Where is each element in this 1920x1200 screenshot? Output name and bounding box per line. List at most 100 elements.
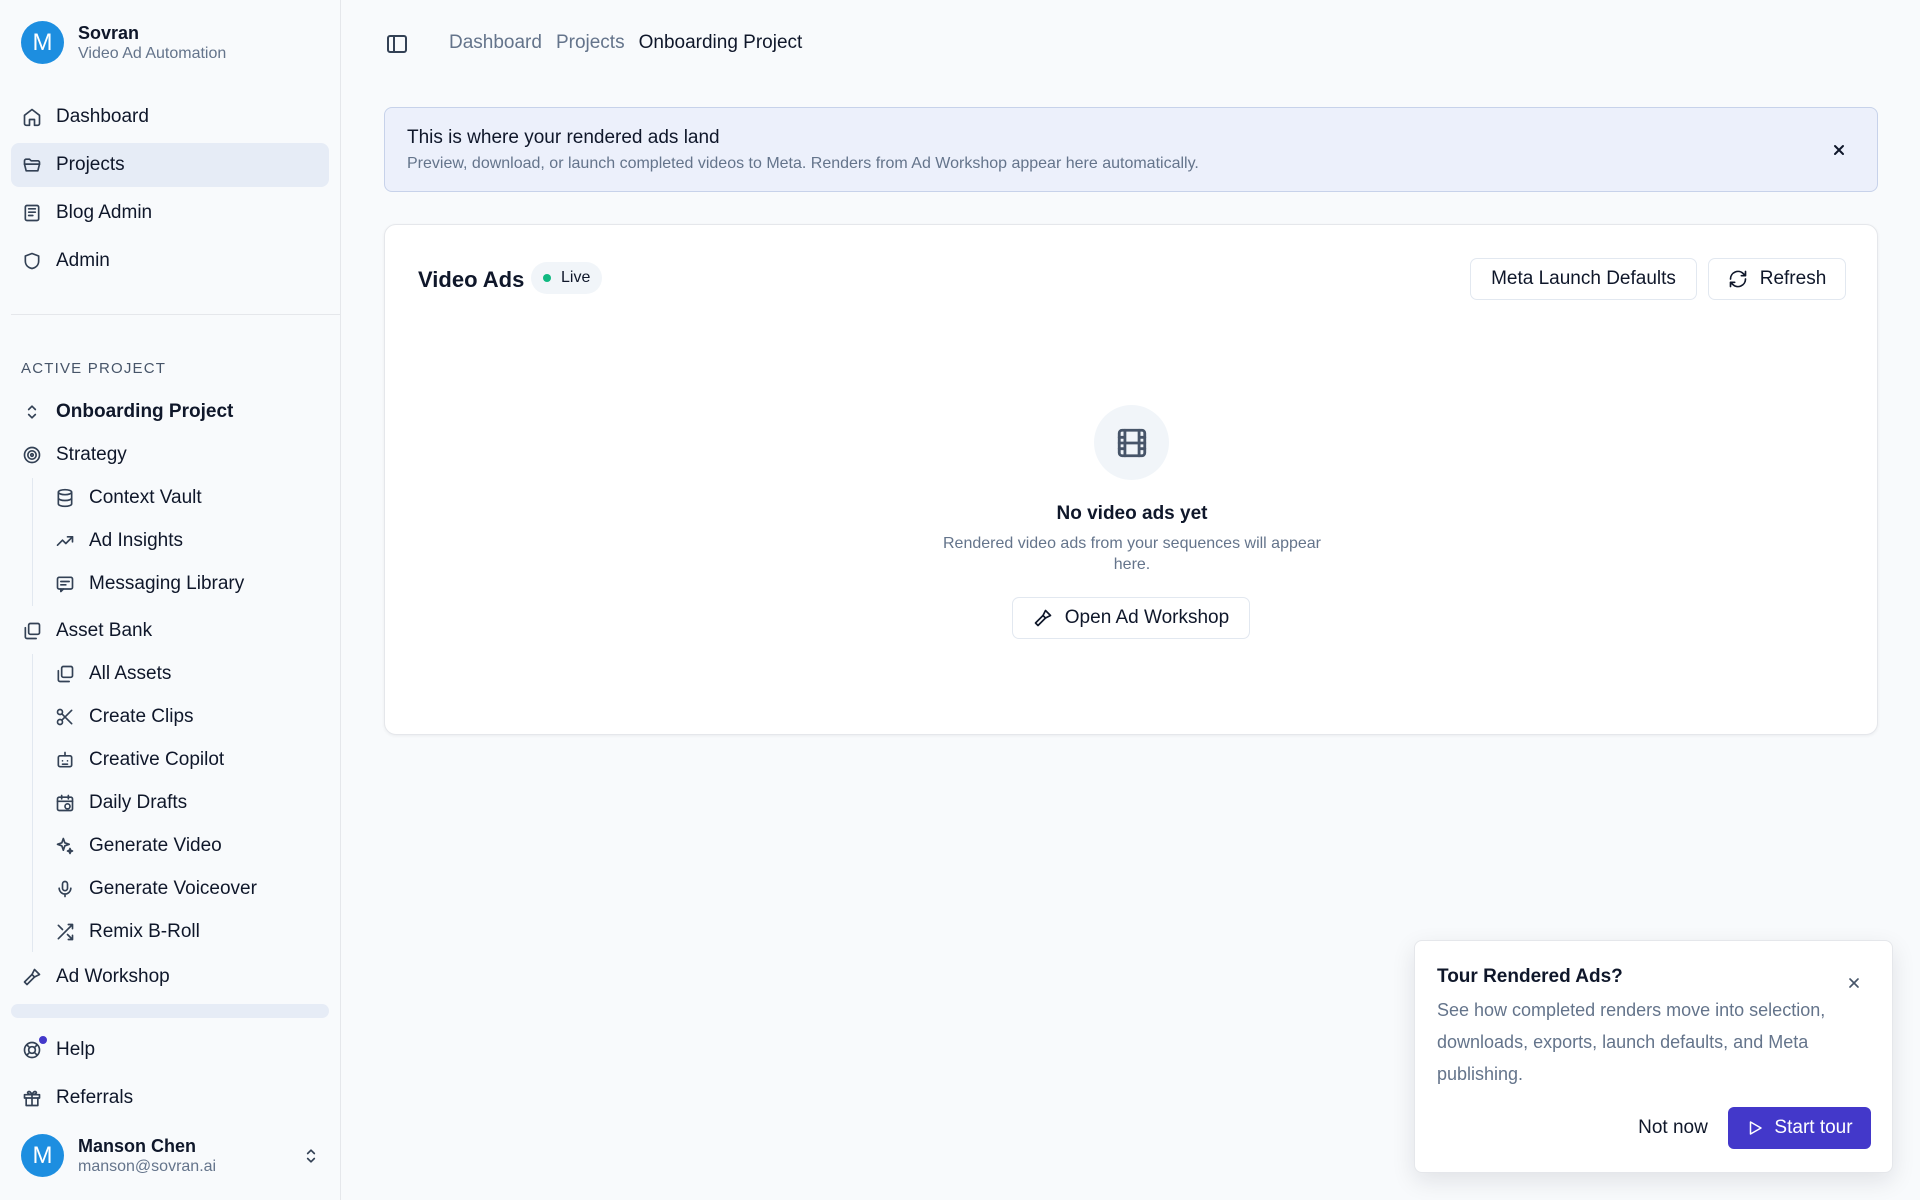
tour-popover: Tour Rendered Ads? See how completed ren… [1414,940,1893,1173]
sidebar-item-ad-workshop[interactable]: Ad Workshop [11,955,329,999]
sidebar-item-label: Create Clips [89,706,194,727]
brand[interactable]: M Sovran Video Ad Automation [21,21,226,64]
sidebar-item-label: Messaging Library [89,573,245,594]
tour-body: See how completed renders move into sele… [1437,1000,1826,1084]
gift-icon [23,1090,41,1107]
sidebar-item-label: Dashboard [56,106,149,127]
sidebar-item-creative-copilot[interactable]: Creative Copilot [44,738,329,782]
shuffle-icon [57,923,74,941]
chevrons-up-down-icon [27,405,37,419]
shield-icon [24,252,40,270]
sidebar-item-label: Admin [56,250,110,271]
sidebar-item-create-clips[interactable]: Create Clips [44,695,329,739]
sidebar-item-strategy[interactable]: Strategy [11,433,329,477]
empty-state-text: Rendered video ads from your sequences w… [943,535,1321,573]
user-menu[interactable]: M Manson Chen manson@sovran.ai [21,1134,321,1177]
sidebar-item-admin[interactable]: Admin [11,239,329,283]
brand-title: Sovran [78,22,140,43]
sidebar-item-all-assets[interactable]: All Assets [44,652,329,696]
sidebar-item-label: Referrals [56,1087,134,1108]
copy-icon [57,665,74,683]
sidebar-item-generate-voiceover[interactable]: Generate Voiceover [44,867,329,911]
refresh-label: Refresh [1759,268,1827,289]
sidebar-item-blog-admin[interactable]: Blog Admin [11,191,329,235]
breadcrumb-current: Onboarding Project [638,32,803,53]
live-dot [543,274,551,282]
hammer-icon [23,968,41,986]
notification-dot [38,1035,48,1045]
sidebar-item-label: Creative Copilot [89,749,225,770]
play-icon [1750,1121,1763,1135]
sidebar-item-ad-insights[interactable]: Ad Insights [44,519,329,563]
user-avatar: M [21,1134,64,1177]
open-ad-workshop-label: Open Ad Workshop [1064,607,1230,628]
video-ads-card: Video Ads Live Meta Launch Defaults Refr… [384,224,1878,735]
sidebar-item-label: All Assets [89,663,172,684]
sidebar-item-label: Ad Insights [89,530,183,551]
copy-icon [24,622,41,640]
database-icon [57,488,73,508]
open-ad-workshop-button[interactable]: Open Ad Workshop [1012,597,1250,639]
sidebar-item-label: Blog Admin [56,202,153,223]
trending-up-icon [56,536,74,546]
sidebar-item-referrals[interactable]: Referrals [11,1076,329,1120]
meta-launch-defaults-button[interactable]: Meta Launch Defaults [1470,258,1697,300]
sidebar-item-remix-b-roll[interactable]: Remix B-Roll [44,910,329,954]
start-tour-label: Start tour [1774,1117,1853,1138]
banner-text: Preview, download, or launch completed v… [407,155,1199,172]
start-tour-button[interactable]: Start tour [1728,1107,1871,1149]
info-banner: This is where your rendered ads land Pre… [384,107,1878,192]
breadcrumb-projects[interactable]: Projects [556,32,625,54]
calendar-clock-icon [56,794,74,812]
sidebar-item-asset-bank[interactable]: Asset Bank [11,609,329,653]
hammer-icon [1034,609,1052,627]
sidebar-toggle-icon[interactable] [385,32,409,56]
sidebar-item-label: Context Vault [89,487,202,508]
sidebar-item-help[interactable]: Help [11,1028,329,1072]
sidebar-item-dashboard[interactable]: Dashboard [11,95,329,139]
sidebar-item-label: Strategy [56,444,127,465]
brand-avatar: M [21,21,64,64]
sidebar-item-label: Asset Bank [56,620,153,641]
sidebar-item-label: Remix B-Roll [89,921,200,942]
status-badge-label: Live [561,269,591,286]
sidebar-item-label: Generate Voiceover [89,878,257,899]
message-square-icon [56,576,74,593]
sidebar-item-label: Ad Workshop [56,966,170,987]
section-label: ACTIVE PROJECT [21,360,167,377]
sidebar-item-partially-hidden[interactable] [11,1004,329,1018]
newspaper-icon [24,204,40,222]
empty-state-title: No video ads yet [1056,503,1208,524]
bot-icon [57,751,73,768]
close-icon[interactable] [1846,975,1862,991]
user-email: manson@sovran.ai [78,1157,217,1175]
breadcrumb-dashboard[interactable]: Dashboard [449,32,542,54]
not-now-button[interactable]: Not now [1627,1107,1719,1149]
microphone-icon [58,880,72,898]
sidebar-item-label: Generate Video [89,835,222,856]
project-switcher[interactable]: Onboarding Project [11,390,329,434]
target-icon [23,446,41,464]
home-icon [23,108,41,127]
tree-line [32,654,33,952]
sidebar-item-label: Help [56,1039,96,1060]
sidebar-item-label: Daily Drafts [89,792,188,813]
film-icon [1117,428,1146,457]
project-name: Onboarding Project [56,401,234,422]
sidebar-item-label: Projects [56,154,125,175]
sidebar-divider [11,314,340,315]
brand-subtitle: Video Ad Automation [78,44,227,62]
sidebar-item-messaging-library[interactable]: Messaging Library [44,562,329,606]
close-icon[interactable] [1831,142,1847,158]
tour-title: Tour Rendered Ads? [1437,966,1623,987]
chevrons-up-down-icon [306,1148,316,1163]
sidebar-item-generate-video[interactable]: Generate Video [44,824,329,868]
scissors-icon [56,708,73,726]
sidebar-item-projects[interactable]: Projects [11,143,329,187]
banner-title: This is where your rendered ads land [407,127,720,148]
sidebar-item-context-vault[interactable]: Context Vault [44,476,329,520]
refresh-button[interactable]: Refresh [1708,258,1846,300]
status-badge: Live [531,262,603,294]
empty-state-icon [1094,405,1169,480]
sidebar-item-daily-drafts[interactable]: Daily Drafts [44,781,329,825]
